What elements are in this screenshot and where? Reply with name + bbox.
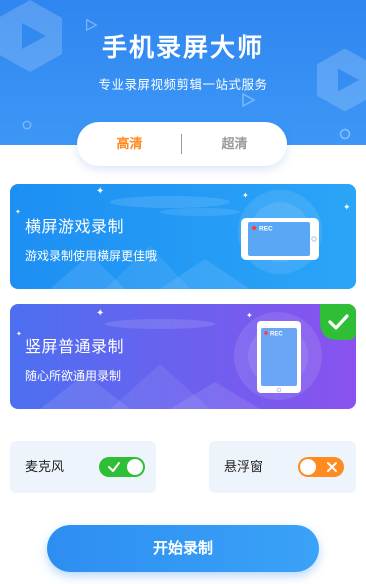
toggle-knob <box>127 459 143 475</box>
start-recording-button[interactable]: 开始录制 <box>47 525 319 572</box>
play-outline-icon <box>242 92 256 108</box>
portrait-normal-recording-card[interactable]: ✦ ✦ ✦ REC 竖屏普通录制 随心所欲通用录制 <box>10 304 356 409</box>
quality-switch: 高清 超清 <box>77 122 287 166</box>
floating-window-setting: 悬浮窗 <box>209 441 356 493</box>
circle-decoration-icon <box>22 120 32 130</box>
microphone-setting: 麦克风 <box>10 441 156 493</box>
check-icon <box>108 462 120 472</box>
landscape-card-description: 游戏录制使用横屏更佳哦 <box>25 249 158 263</box>
microphone-toggle[interactable] <box>99 457 145 477</box>
check-icon <box>320 304 356 340</box>
close-icon <box>327 462 337 472</box>
landscape-card-title: 横屏游戏录制 <box>25 219 125 236</box>
quality-option-ultra-hd[interactable]: 超清 <box>182 122 287 166</box>
app-subtitle: 专业录屏视频剪辑一站式服务 <box>98 78 268 92</box>
svg-text:✦: ✦ <box>246 311 253 320</box>
rec-badge: REC <box>270 332 283 338</box>
portrait-phone-icon: REC <box>257 321 301 393</box>
svg-text:✦: ✦ <box>242 191 249 200</box>
microphone-label: 麦克风 <box>25 459 65 474</box>
svg-text:✦: ✦ <box>343 203 351 213</box>
floating-window-label: 悬浮窗 <box>224 459 264 474</box>
landscape-game-recording-card[interactable]: ✦ ✦ ✦ ✦ REC 横屏游戏录制 游戏录制使用横屏更佳哦 <box>10 184 356 289</box>
app-title: 手机录屏大师 <box>101 34 264 62</box>
svg-text:✦: ✦ <box>96 186 104 197</box>
portrait-card-description: 随心所欲通用录制 <box>25 369 122 383</box>
portrait-card-title: 竖屏普通录制 <box>25 339 125 356</box>
circle-decoration-icon <box>339 128 351 140</box>
svg-text:✦: ✦ <box>15 208 21 216</box>
quality-option-hd[interactable]: 高清 <box>77 122 182 166</box>
floating-window-toggle[interactable] <box>298 457 344 477</box>
rec-badge: REC <box>259 226 273 233</box>
toggle-knob <box>300 459 316 475</box>
landscape-phone-icon: REC <box>241 218 319 260</box>
svg-text:✦: ✦ <box>16 330 22 338</box>
svg-text:✦: ✦ <box>96 308 104 319</box>
